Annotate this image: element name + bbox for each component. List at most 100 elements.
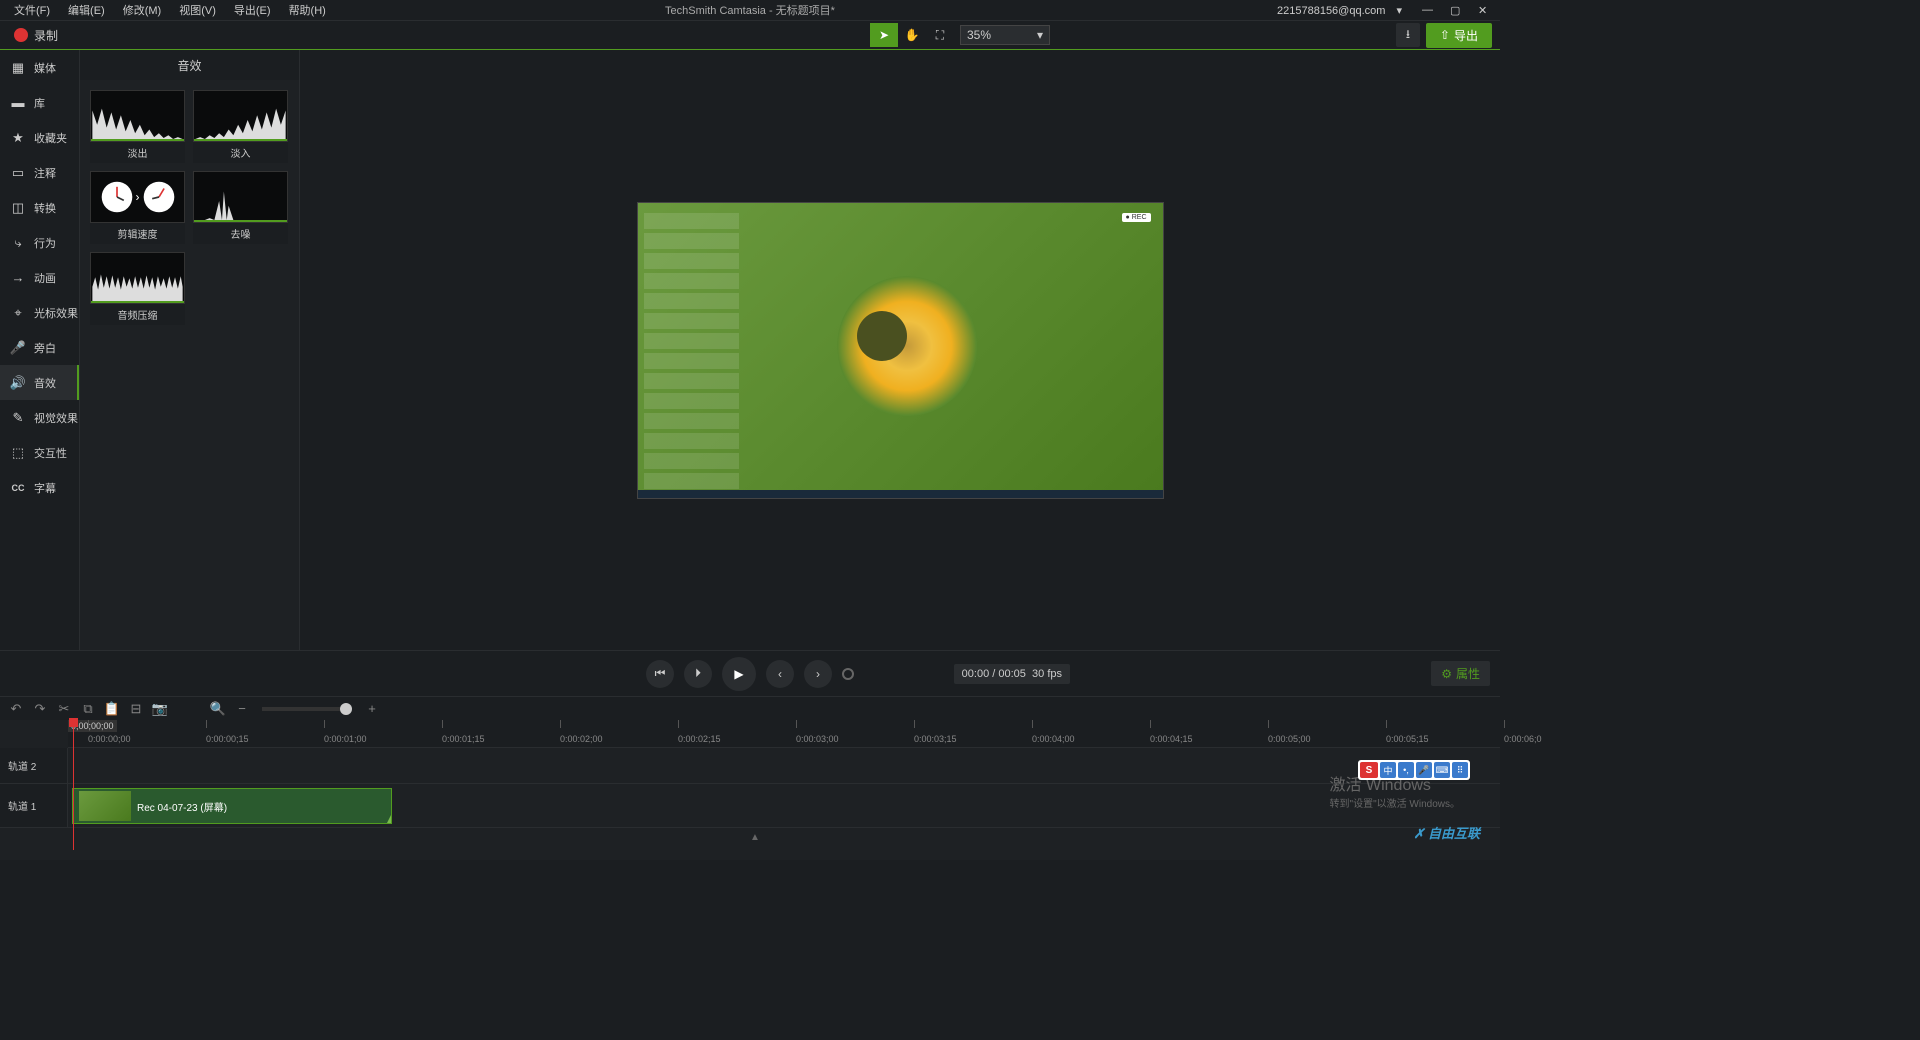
step-fwd-button[interactable]: ‹ bbox=[766, 660, 794, 688]
snapshot-button[interactable]: 📷 bbox=[150, 699, 170, 719]
zoom-out-button[interactable]: − bbox=[232, 699, 252, 719]
ime-voice-button[interactable]: 🎤 bbox=[1416, 762, 1432, 778]
record-label: 录制 bbox=[34, 27, 58, 44]
clock-icon bbox=[100, 180, 134, 214]
account-label[interactable]: 2215788156@qq.com ▾ bbox=[1261, 2, 1410, 19]
ruler-tick: 0:00:05;00 bbox=[1268, 734, 1311, 744]
title-bar: 文件(F) 编辑(E) 修改(M) 视图(V) 导出(E) 帮助(H) Tech… bbox=[0, 0, 1500, 20]
split-button[interactable]: ⊟ bbox=[126, 699, 146, 719]
nav-cursor[interactable]: ⌖光标效果 bbox=[0, 295, 79, 330]
track1-header[interactable]: 轨道 1 bbox=[0, 784, 68, 828]
assets-panel: 音效 淡出 淡入 › 剪辑速度 去噪 bbox=[80, 50, 300, 650]
canvas-area[interactable]: ● REC bbox=[300, 50, 1500, 650]
nav-animations[interactable]: →动画 bbox=[0, 260, 79, 295]
next-clip-button[interactable]: › bbox=[804, 660, 832, 688]
preview-taskbar bbox=[638, 490, 1163, 498]
track1[interactable]: Rec 04-07-23 (屏幕) bbox=[68, 784, 1500, 828]
play-button[interactable]: ▶ bbox=[722, 657, 756, 691]
menu-export[interactable]: 导出(E) bbox=[226, 0, 279, 20]
step-back-button[interactable]: ⏵ bbox=[684, 660, 712, 688]
animation-icon: → bbox=[10, 270, 26, 285]
nav-visual[interactable]: ✎视觉效果 bbox=[0, 400, 79, 435]
menu-view[interactable]: 视图(V) bbox=[171, 0, 224, 20]
captions-icon: CC bbox=[10, 483, 26, 493]
minimize-button[interactable]: — bbox=[1414, 2, 1438, 18]
cut-button[interactable]: ✂ bbox=[54, 699, 74, 719]
ruler-tick: 0:00:03;15 bbox=[914, 734, 957, 744]
share-icon: ⇧ bbox=[1440, 28, 1450, 42]
ruler-tick: 0:00:01;15 bbox=[442, 734, 485, 744]
timeline-toolbar: ↶ ↷ ✂ ⧉ 📋 ⊟ 📷 🔍 − + bbox=[0, 696, 1500, 720]
ruler-tick: 0:00:06;0 bbox=[1504, 734, 1542, 744]
properties-button[interactable]: ⚙ 属性 bbox=[1431, 661, 1490, 686]
clip-rec[interactable]: Rec 04-07-23 (屏幕) bbox=[72, 788, 392, 824]
scroll-indicator: ▲ bbox=[750, 832, 760, 843]
video-preview[interactable]: ● REC bbox=[637, 202, 1164, 499]
ime-menu-button[interactable]: ⠿ bbox=[1452, 762, 1468, 778]
ime-lang-button[interactable]: 中 bbox=[1380, 762, 1396, 778]
record-button[interactable]: 录制 bbox=[4, 23, 68, 48]
menu-file[interactable]: 文件(F) bbox=[6, 0, 58, 20]
timeline-zoom-slider[interactable] bbox=[262, 707, 352, 711]
gear-icon: ⚙ bbox=[1441, 667, 1452, 681]
ime-keyboard-button[interactable]: ⌨ bbox=[1434, 762, 1450, 778]
ime-logo-icon: S bbox=[1360, 762, 1378, 778]
ruler-tick: 0:00:00;15 bbox=[206, 734, 249, 744]
maximize-button[interactable]: ▢ bbox=[1442, 2, 1466, 19]
ruler-tick: 0:00:01;00 bbox=[324, 734, 367, 744]
record-toolbar: 录制 ➤ ✋ ⛶ 35%▾ ⭳ ⇧ 导出 bbox=[0, 20, 1500, 50]
download-button[interactable]: ⭳ bbox=[1396, 23, 1420, 47]
undo-button[interactable]: ↶ bbox=[6, 699, 26, 719]
nav-behaviors[interactable]: ⤷行为 bbox=[0, 225, 79, 260]
zoom-search-icon: 🔍 bbox=[208, 699, 228, 719]
export-label: 导出 bbox=[1454, 27, 1478, 44]
playhead[interactable] bbox=[73, 720, 74, 850]
export-button[interactable]: ⇧ 导出 bbox=[1426, 23, 1492, 48]
ruler-tick: 0:00:02;15 bbox=[678, 734, 721, 744]
prev-clip-button[interactable]: ⏮ bbox=[646, 660, 674, 688]
nav-transitions[interactable]: ◫转换 bbox=[0, 190, 79, 225]
asset-clipspeed[interactable]: › 剪辑速度 bbox=[90, 171, 185, 244]
cursor-icon: ⌖ bbox=[10, 305, 26, 321]
zoom-value: 35% bbox=[967, 28, 991, 42]
asset-denoise[interactable]: 去噪 bbox=[193, 171, 288, 244]
redo-button[interactable]: ↷ bbox=[30, 699, 50, 719]
asset-fadein[interactable]: 淡入 bbox=[193, 90, 288, 163]
nav-captions[interactable]: CC字幕 bbox=[0, 470, 79, 505]
pan-tool[interactable]: ✋ bbox=[898, 23, 926, 47]
nav-favorites[interactable]: ★收藏夹 bbox=[0, 120, 79, 155]
nav-interactive[interactable]: ⬚交互性 bbox=[0, 435, 79, 470]
menu-modify[interactable]: 修改(M) bbox=[115, 0, 170, 20]
visual-icon: ✎ bbox=[10, 410, 26, 426]
menu-edit[interactable]: 编辑(E) bbox=[60, 0, 113, 20]
select-tool[interactable]: ➤ bbox=[870, 23, 898, 47]
media-icon: ▦ bbox=[10, 60, 26, 76]
crop-tool[interactable]: ⛶ bbox=[926, 23, 954, 47]
ime-toolbar[interactable]: S 中 •, 🎤 ⌨ ⠿ bbox=[1358, 760, 1470, 780]
menu-help[interactable]: 帮助(H) bbox=[281, 0, 334, 20]
paste-button[interactable]: 📋 bbox=[102, 699, 122, 719]
track2-header[interactable]: 轨道 2 bbox=[0, 748, 68, 784]
mic-icon: 🎤 bbox=[10, 340, 26, 356]
audio-icon: 🔊 bbox=[10, 375, 26, 391]
nav-audio[interactable]: 🔊音效 bbox=[0, 365, 79, 400]
asset-compress[interactable]: 音频压缩 bbox=[90, 252, 185, 325]
nav-narration[interactable]: 🎤旁白 bbox=[0, 330, 79, 365]
timeline-ruler[interactable]: 0;00;00;00 0:00:00;000:00:00;150:00:01;0… bbox=[68, 720, 1500, 748]
left-nav: ▦媒体 ▬库 ★收藏夹 ▭注释 ◫转换 ⤷行为 →动画 ⌖光标效果 🎤旁白 🔊音… bbox=[0, 50, 80, 650]
zoom-in-button[interactable]: + bbox=[362, 699, 382, 719]
asset-fadeout[interactable]: 淡出 bbox=[90, 90, 185, 163]
marker-button[interactable] bbox=[842, 668, 854, 680]
canvas-zoom-select[interactable]: 35%▾ bbox=[960, 25, 1050, 45]
nav-library[interactable]: ▬库 bbox=[0, 85, 79, 120]
ruler-tick: 0:00:04;00 bbox=[1032, 734, 1075, 744]
nav-media[interactable]: ▦媒体 bbox=[0, 50, 79, 85]
preview-content bbox=[837, 276, 977, 416]
preview-badge: ● REC bbox=[1122, 213, 1151, 222]
ime-punct-button[interactable]: •, bbox=[1398, 762, 1414, 778]
track2[interactable] bbox=[68, 748, 1500, 784]
nav-annotations[interactable]: ▭注释 bbox=[0, 155, 79, 190]
close-button[interactable]: ✕ bbox=[1470, 2, 1494, 19]
copy-button[interactable]: ⧉ bbox=[78, 699, 98, 719]
clock-icon bbox=[142, 180, 176, 214]
